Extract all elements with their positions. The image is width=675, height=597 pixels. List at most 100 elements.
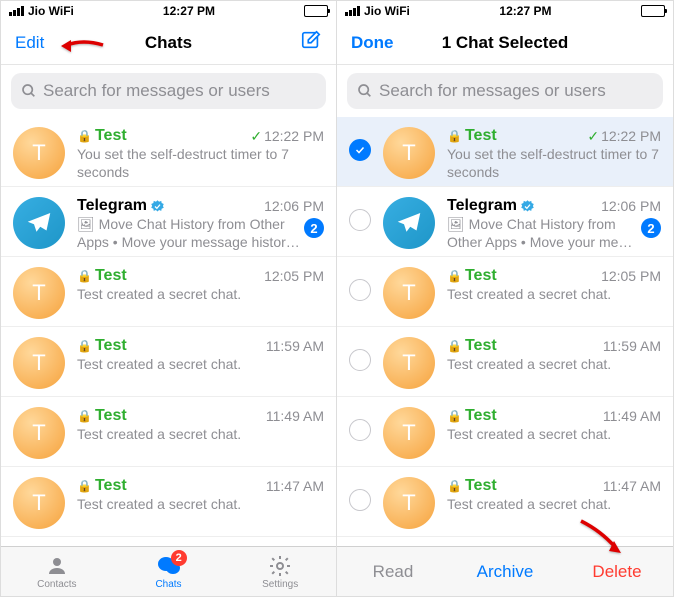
- avatar: T: [13, 337, 65, 389]
- right-phone: Jio WiFi 12:27 PM Done 1 Chat Selected S…: [337, 0, 674, 597]
- chat-name: 🔒Test: [77, 337, 127, 355]
- tab-badge: 2: [171, 550, 187, 566]
- battery-icon: [304, 5, 328, 17]
- chat-time: 12:06 PM: [264, 198, 324, 214]
- chat-row[interactable]: T🔒Test12:05 PMTest created a secret chat…: [337, 257, 673, 327]
- chat-list[interactable]: T🔒Test✓12:22 PMYou set the self-destruct…: [337, 117, 673, 546]
- chat-name: 🔒Test: [447, 337, 497, 355]
- check-icon: ✓: [250, 128, 262, 145]
- clock: 12:27 PM: [163, 4, 215, 18]
- tab-label: Contacts: [37, 579, 76, 590]
- chat-time: 11:49 AM: [266, 408, 324, 424]
- chat-row[interactable]: T🔒Test✓12:22 PMYou set the self-destruct…: [337, 117, 673, 187]
- chat-row[interactable]: Telegram 12:06 PM 🖼 Move Chat History from…: [1, 187, 336, 257]
- image-icon: 🖼: [447, 216, 469, 232]
- chat-row[interactable]: T🔒Test11:49 AMTest created a secret chat…: [337, 397, 673, 467]
- search-input[interactable]: Search for messages or users: [347, 73, 663, 109]
- edit-button[interactable]: Edit: [15, 33, 65, 53]
- verified-icon: [520, 199, 535, 214]
- select-radio[interactable]: [349, 139, 371, 161]
- signal-icon: [345, 6, 360, 16]
- compose-icon[interactable]: [300, 29, 322, 51]
- unread-badge: 2: [641, 218, 661, 238]
- verified-icon: [150, 199, 165, 214]
- lock-icon: 🔒: [77, 339, 92, 353]
- lock-icon: 🔒: [77, 409, 92, 423]
- chat-name: 🔒Test: [77, 407, 127, 425]
- signal-icon: [9, 6, 24, 16]
- chat-preview: Test created a secret chat.: [447, 356, 611, 374]
- select-radio[interactable]: [349, 489, 371, 511]
- search-icon: [357, 83, 373, 99]
- chat-time: 11:47 AM: [266, 478, 324, 494]
- chat-name: 🔒Test: [447, 407, 497, 425]
- avatar-telegram: [13, 197, 65, 249]
- chat-time: ✓12:22 PM: [587, 128, 661, 145]
- delete-button[interactable]: Delete: [561, 562, 673, 582]
- left-phone: Jio WiFi 12:27 PM Edit Chats Search for …: [0, 0, 337, 597]
- read-button[interactable]: Read: [337, 562, 449, 582]
- search-input[interactable]: Search for messages or users: [11, 73, 326, 109]
- search-placeholder: Search for messages or users: [379, 81, 606, 101]
- settings-icon: [267, 554, 293, 578]
- archive-button[interactable]: Archive: [449, 562, 561, 582]
- action-bar: Read Archive Delete: [337, 546, 673, 596]
- check-icon: ✓: [587, 128, 599, 145]
- clock: 12:27 PM: [499, 4, 551, 18]
- tab-label: Chats: [155, 579, 181, 590]
- contacts-icon: [44, 554, 70, 578]
- chat-preview: Test created a secret chat.: [447, 496, 611, 514]
- tab-contacts[interactable]: Contacts: [1, 547, 113, 596]
- chat-preview: 🖼 Move Chat History from Other Apps • Mo…: [77, 216, 304, 251]
- nav-bar: Done 1 Chat Selected: [337, 21, 673, 65]
- chat-preview: Test created a secret chat.: [447, 286, 611, 304]
- avatar-telegram: [383, 197, 435, 249]
- chat-time: ✓12:22 PM: [250, 128, 324, 145]
- search-icon: [21, 83, 37, 99]
- chat-row[interactable]: T🔒Test11:59 AMTest created a secret chat…: [337, 327, 673, 397]
- chat-time: 11:59 AM: [603, 338, 661, 354]
- avatar: T: [383, 127, 435, 179]
- select-radio[interactable]: [349, 419, 371, 441]
- chat-row[interactable]: Telegram12:06 PM🖼 Move Chat History from…: [337, 187, 673, 257]
- chat-name: 🔒Test: [77, 127, 127, 145]
- chat-preview: You set the self-destruct timer to 7 sec…: [77, 146, 324, 181]
- chat-preview: 🖼 Move Chat History from Other Apps • Mo…: [447, 216, 641, 251]
- lock-icon: 🔒: [447, 269, 462, 283]
- tab-chats[interactable]: 2 Chats: [113, 547, 225, 596]
- chat-row[interactable]: T 🔒Test 12:05 PM Test created a secret chat…: [1, 257, 336, 327]
- chat-preview: Test created a secret chat.: [77, 426, 241, 444]
- lock-icon: 🔒: [447, 409, 462, 423]
- lock-icon: 🔒: [77, 269, 92, 283]
- chat-list[interactable]: T 🔒Test ✓12:22 PMYou set the self-destruct…: [1, 117, 336, 546]
- chat-name: Telegram: [77, 197, 165, 215]
- avatar: T: [13, 407, 65, 459]
- chat-preview: Test created a secret chat.: [77, 356, 241, 374]
- chat-preview: Test created a secret chat.: [77, 496, 241, 514]
- done-button[interactable]: Done: [351, 33, 401, 53]
- chat-row[interactable]: T 🔒Test 11:49 AM Test created a secret chat…: [1, 397, 336, 467]
- nav-title: 1 Chat Selected: [442, 33, 569, 53]
- tab-settings[interactable]: Settings: [224, 547, 336, 596]
- chat-time: 11:49 AM: [603, 408, 661, 424]
- avatar: T: [13, 267, 65, 319]
- select-radio[interactable]: [349, 209, 371, 231]
- select-radio[interactable]: [349, 279, 371, 301]
- avatar: T: [13, 477, 65, 529]
- chat-row[interactable]: T🔒Test11:47 AMTest created a secret chat…: [337, 467, 673, 537]
- chat-time: 12:05 PM: [264, 268, 324, 284]
- unread-badge: 2: [304, 218, 324, 238]
- chat-row[interactable]: T🔒Test11:47 AMTest created a secret chat…: [1, 467, 336, 537]
- select-radio[interactable]: [349, 349, 371, 371]
- chat-preview: Test created a secret chat.: [77, 286, 241, 304]
- battery-icon: [641, 5, 665, 17]
- chat-row[interactable]: T🔒Test✓12:22 PMYou set the self-destruct…: [1, 117, 336, 187]
- tab-label: Settings: [262, 579, 298, 590]
- status-bar: Jio WiFi 12:27 PM: [337, 1, 673, 21]
- chat-row[interactable]: T 🔒Test 11:59 AM Test created a secret chat…: [1, 327, 336, 397]
- tab-bar: Contacts 2 Chats Settings: [1, 546, 336, 596]
- chat-name: 🔒Test: [77, 267, 127, 285]
- chat-row[interactable]: T🔒Test: [337, 537, 673, 546]
- chat-time: 12:05 PM: [601, 268, 661, 284]
- chat-time: 11:59 AM: [266, 338, 324, 354]
